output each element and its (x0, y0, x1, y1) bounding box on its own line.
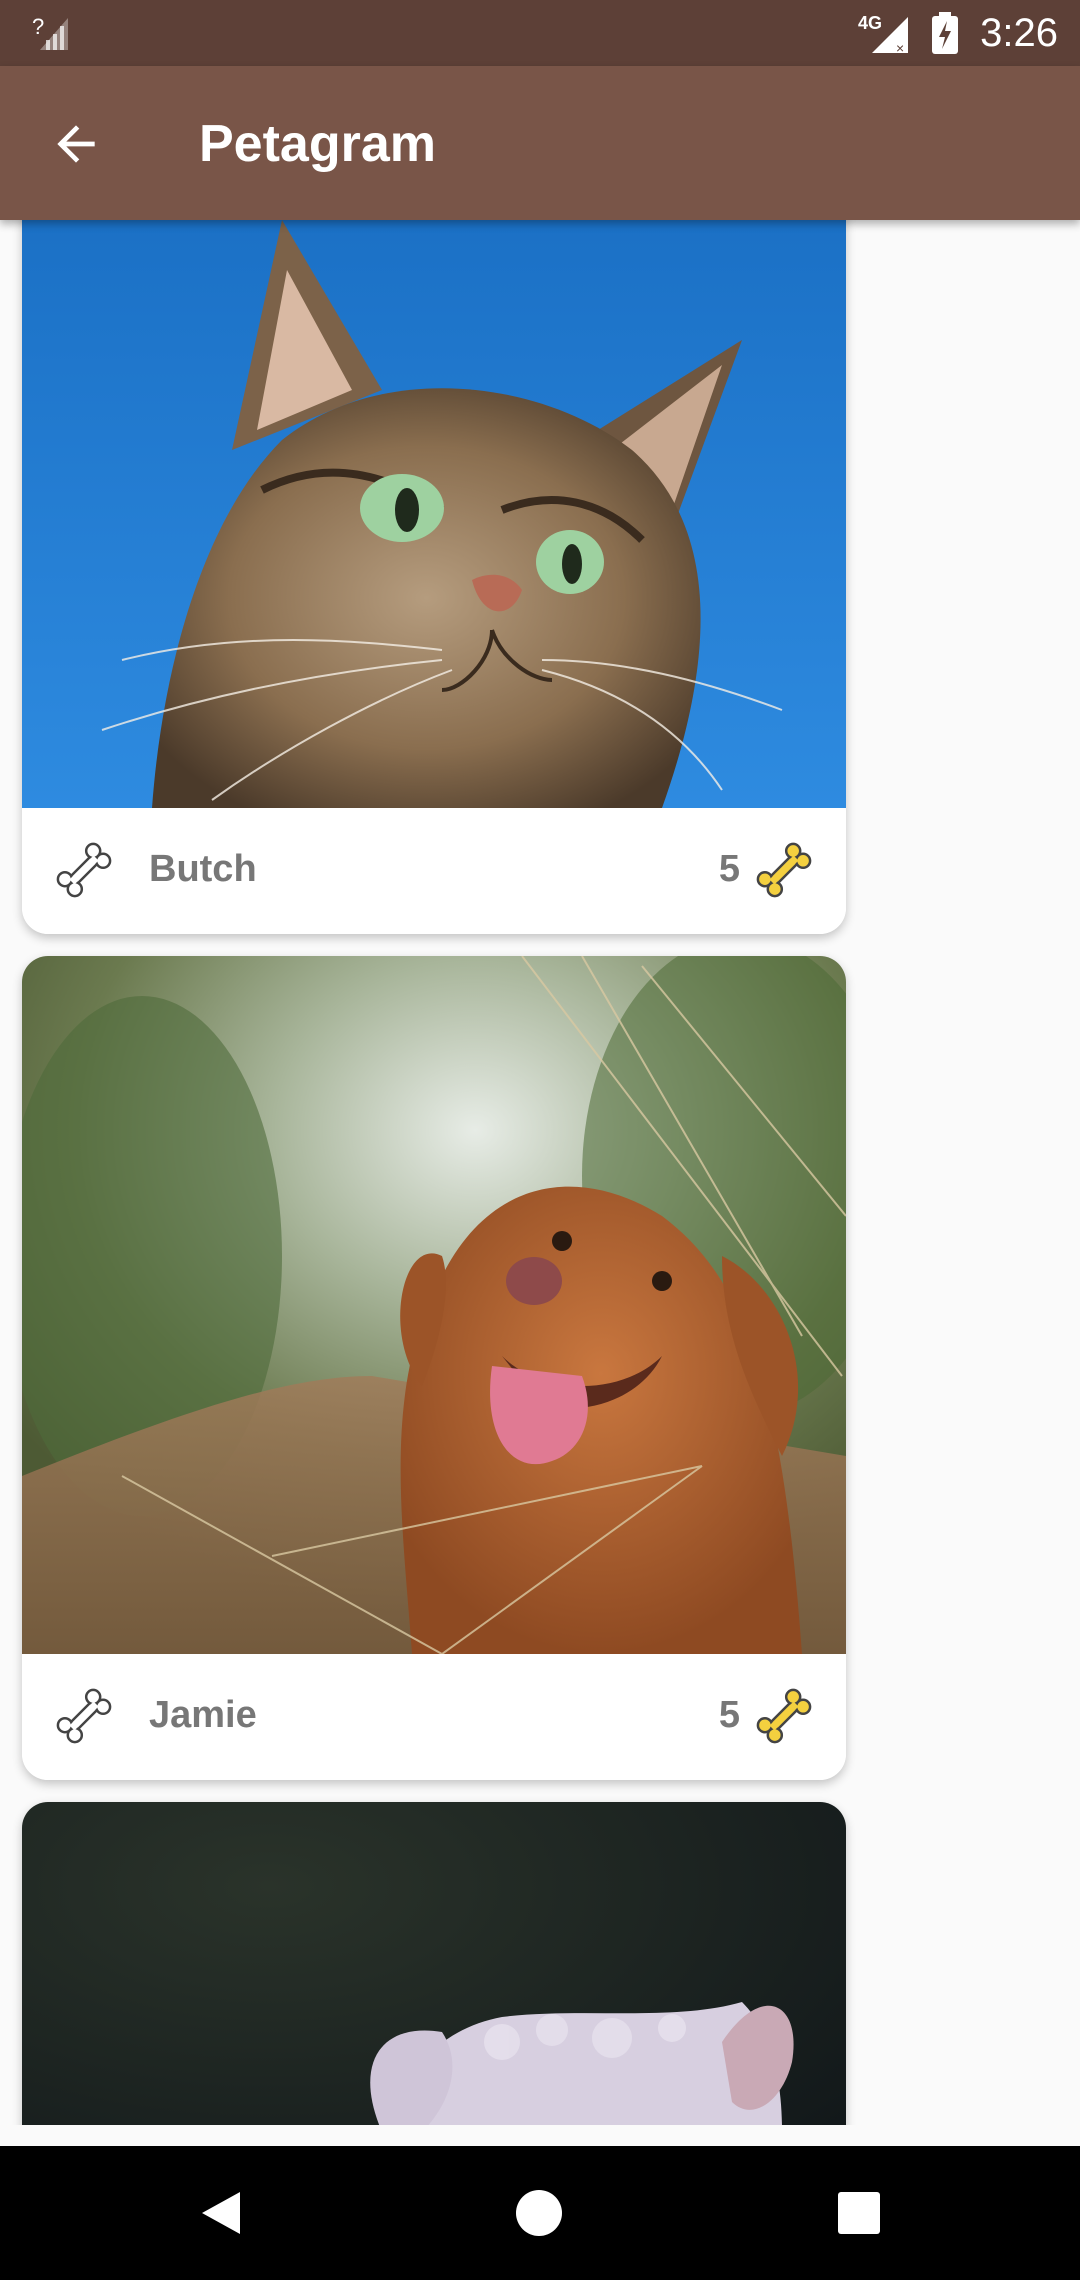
page-title: Petagram (199, 115, 436, 173)
home-circle-icon[interactable] (506, 2180, 572, 2246)
back-triangle-icon[interactable] (188, 2180, 254, 2246)
tabby-cat-photo (22, 220, 846, 808)
status-bar: ? 4G × 3:26 (0, 0, 1080, 66)
4g-signal-icon: 4G × (858, 13, 909, 55)
network-label: 4G (858, 13, 882, 33)
like-count: 5 (718, 848, 740, 890)
app-bar: Petagram (0, 66, 1080, 220)
white-puppy-photo (22, 1802, 846, 2125)
pet-card (22, 1802, 846, 2125)
bone-gold-icon (756, 842, 812, 898)
pet-card: Butch 5 (22, 220, 846, 934)
no-sim-signal-icon: ? (32, 14, 68, 50)
pet-name: Jamie (149, 1694, 257, 1736)
bone-gold-icon (756, 1688, 812, 1744)
arrow-back-icon[interactable] (48, 116, 104, 172)
recents-square-icon[interactable] (826, 2180, 892, 2246)
pet-list[interactable]: Butch 5 Jamie 5 (0, 220, 1080, 2125)
pet-card-footer: Jamie 5 (22, 1654, 846, 1780)
battery-charging-icon (932, 12, 959, 54)
navigation-bar (0, 2146, 1080, 2280)
like-count: 5 (718, 1694, 740, 1736)
pet-card-footer: Butch 5 (22, 808, 846, 934)
bone-outline-icon[interactable] (52, 1684, 116, 1748)
svg-text:?: ? (32, 14, 44, 39)
clock: 3:26 (980, 10, 1058, 55)
brown-dog-photo (22, 956, 846, 1654)
pet-name: Butch (149, 848, 257, 890)
bone-outline-icon[interactable] (52, 838, 116, 902)
pet-card: Jamie 5 (22, 956, 846, 1780)
svg-text:×: × (896, 40, 904, 55)
